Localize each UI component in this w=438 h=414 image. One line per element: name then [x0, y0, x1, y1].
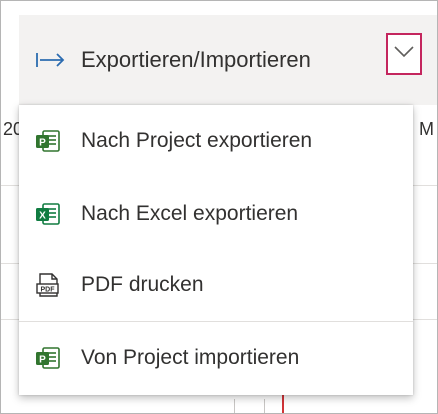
svg-text:P: P: [39, 138, 46, 149]
menu-item-label: Nach Project exportieren: [81, 129, 313, 152]
menu-item-export-project[interactable]: P Nach Project exportieren: [19, 108, 413, 174]
grid-line: [264, 399, 265, 413]
export-arrow-icon: [35, 50, 67, 70]
menu-item-label: Nach Excel exportieren: [81, 202, 299, 225]
svg-text:P: P: [39, 355, 46, 366]
menu-item-import-project[interactable]: P Von Project importieren: [19, 325, 413, 391]
menu-item-export-excel[interactable]: X Nach Excel exportieren: [19, 181, 413, 247]
today-marker: [282, 393, 284, 413]
export-import-button[interactable]: Exportieren/Importieren: [19, 15, 437, 105]
svg-text:X: X: [39, 211, 46, 222]
menu-item-print-pdf[interactable]: PDF PDF drucken: [19, 252, 413, 318]
background-column-header: M: [419, 119, 434, 139]
chevron-down-icon: [394, 45, 414, 63]
chevron-down-button[interactable]: [386, 33, 422, 75]
project-export-icon: P: [35, 128, 61, 154]
menu-item-label: Von Project importieren: [81, 346, 300, 369]
app-stage: 20 M Exportieren/Importieren P Nach Proj…: [0, 0, 438, 414]
pdf-icon: PDF: [35, 272, 61, 298]
export-import-menu: P Nach Project exportieren X Nach Excel …: [19, 105, 413, 395]
excel-icon: X: [35, 201, 61, 227]
project-import-icon: P: [35, 345, 61, 371]
export-import-label: Exportieren/Importieren: [81, 47, 311, 72]
menu-item-label: PDF drucken: [81, 273, 204, 296]
grid-line: [234, 399, 235, 413]
svg-text:PDF: PDF: [41, 287, 56, 294]
menu-divider: [19, 321, 413, 322]
